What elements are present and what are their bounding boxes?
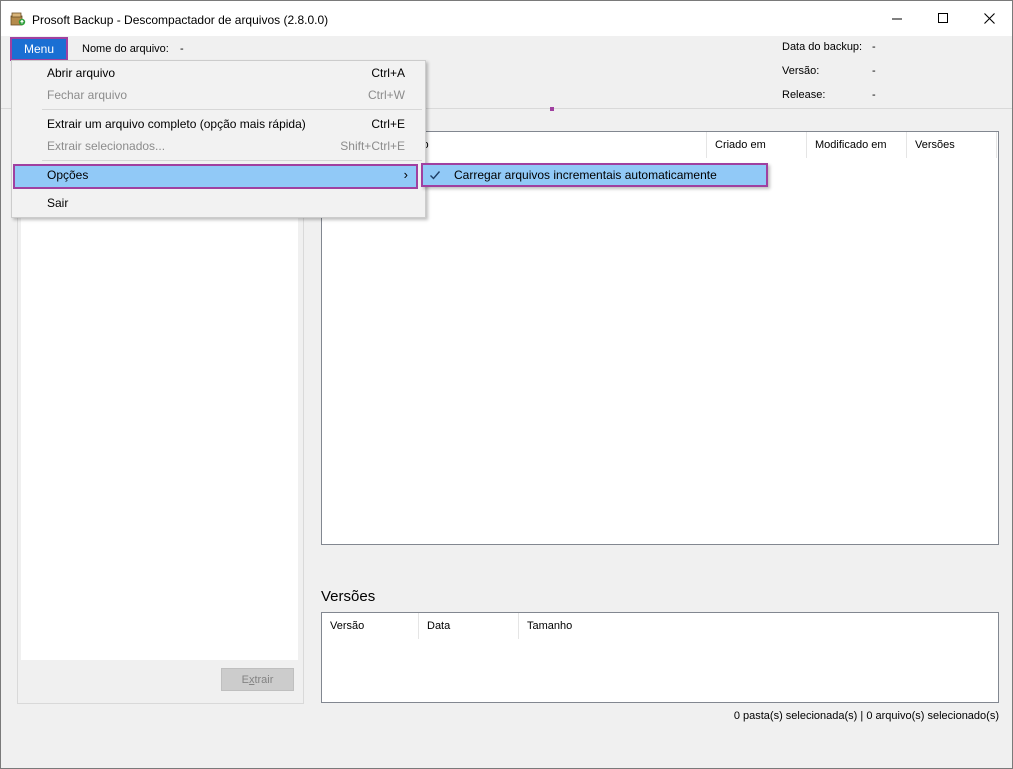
column-header-size[interactable]: Tamanho: [519, 613, 997, 639]
version-value: -: [872, 65, 876, 77]
column-header-version[interactable]: Versão: [322, 613, 419, 639]
versions-list[interactable]: Versão Data Tamanho: [321, 612, 999, 703]
checkmark-icon: [430, 171, 441, 180]
status-text: 0 pasta(s) selecionada(s) | 0 arquivo(s)…: [733, 710, 999, 722]
versions-section-title: Versões: [321, 588, 376, 605]
menu-item-label: Extrair selecionados...: [47, 139, 166, 153]
menu-item-label: Sair: [47, 196, 69, 210]
menu-item-label: Fechar arquivo: [47, 88, 128, 102]
menu-item-label: Opções: [47, 168, 89, 182]
menu-item-close-file[interactable]: Fechar arquivo Ctrl+W: [13, 84, 424, 106]
menu-item-label: Extrair um arquivo completo (opção mais …: [47, 117, 306, 131]
extract-button-suffix: trair: [254, 673, 274, 686]
version-label: Versão:: [782, 65, 820, 77]
backup-box-icon: [10, 12, 26, 26]
column-header-created[interactable]: Criado em: [707, 132, 807, 158]
options-submenu-item-auto-incremental[interactable]: Carregar arquivos incrementais automatic…: [421, 163, 768, 187]
backup-date-value: -: [872, 41, 876, 53]
window-title: Prosoft Backup - Descompactador de arqui…: [32, 13, 329, 27]
release-value: -: [872, 89, 876, 101]
app-window: Prosoft Backup - Descompactador de arqui…: [0, 0, 1013, 769]
menu-item-shortcut: Ctrl+E: [371, 117, 405, 131]
chevron-right-icon: ›: [403, 167, 408, 182]
menu-item-shortcut: Ctrl+A: [371, 66, 405, 80]
submenu-item-label: Carregar arquivos incrementais automatic…: [454, 168, 717, 182]
menu-item-exit[interactable]: Sair: [13, 192, 424, 214]
minimize-button[interactable]: [874, 1, 920, 36]
release-label: Release:: [782, 89, 826, 101]
menu-item-options[interactable]: Opções ›: [13, 164, 418, 189]
main-menu-dropdown: Abrir arquivo Ctrl+A Fechar arquivo Ctrl…: [11, 60, 426, 218]
minimize-icon: [891, 18, 902, 20]
column-header-date[interactable]: Data: [419, 613, 519, 639]
file-name-label: Nome do arquivo:: [82, 43, 169, 55]
menu-item-label: Abrir arquivo: [47, 66, 116, 80]
annotation-marker: [550, 107, 554, 111]
backup-date-label: Data do backup:: [782, 41, 863, 53]
column-header-versions[interactable]: Versões: [907, 132, 997, 158]
close-icon: [983, 13, 995, 24]
menu-item-shortcut: Ctrl+W: [368, 88, 405, 102]
menu-separator: [42, 160, 422, 161]
maximize-icon: [937, 13, 948, 23]
menu-item-open-file[interactable]: Abrir arquivo Ctrl+A: [13, 62, 424, 84]
menu-item-shortcut: Shift+Ctrl+E: [340, 139, 405, 153]
extract-button[interactable]: Ex trair: [221, 668, 294, 691]
extract-button-prefix: E: [241, 673, 249, 686]
menu-button[interactable]: Menu: [10, 37, 68, 61]
menu-item-extract-selected[interactable]: Extrair selecionados... Shift+Ctrl+E: [13, 135, 424, 157]
menu-item-extract-full[interactable]: Extrair um arquivo completo (opção mais …: [13, 113, 424, 135]
close-button[interactable]: [966, 1, 1012, 36]
file-name-value: -: [180, 43, 184, 55]
column-header-modified[interactable]: Modificado em: [807, 132, 907, 158]
maximize-button[interactable]: [920, 1, 966, 36]
menu-separator: [42, 109, 422, 110]
title-bar[interactable]: Prosoft Backup - Descompactador de arqui…: [1, 1, 1012, 36]
